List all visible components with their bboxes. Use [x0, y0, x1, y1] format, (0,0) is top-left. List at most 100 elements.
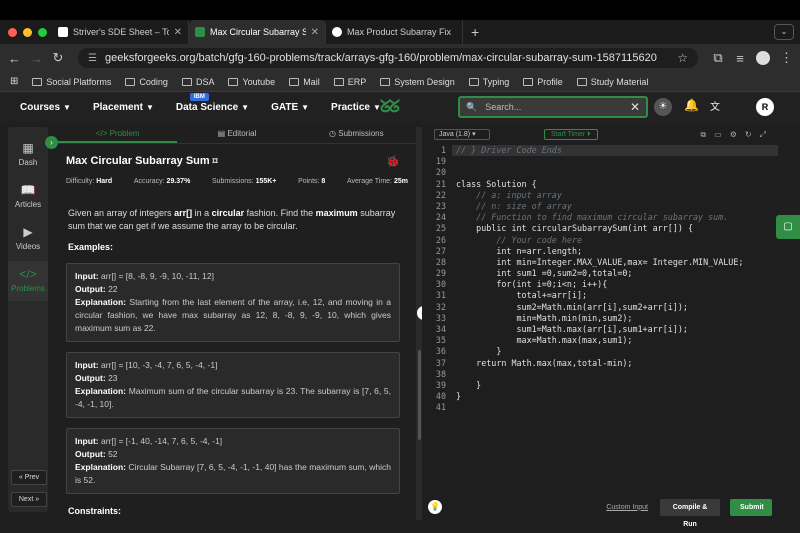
browser-tab-active[interactable]: Max Circular Subarray Sum | ✕: [189, 20, 326, 44]
code-line[interactable]: 25 public int circularSubarraySum(int ar…: [422, 223, 778, 234]
nav-gate[interactable]: GATE ▼: [271, 102, 309, 113]
code-line[interactable]: 32 sum2=Math.min(arr[i],sum2+arr[i]);: [422, 302, 778, 313]
browser-tab[interactable]: Max Product Subarray Fix: [326, 20, 463, 44]
fullscreen-icon[interactable]: ⤢: [760, 130, 766, 140]
apps-grid-icon[interactable]: ⊞: [10, 76, 18, 87]
browser-profile-avatar[interactable]: [756, 51, 770, 65]
meta-value: 29.37%: [166, 178, 191, 185]
code-line[interactable]: 23 // n: size of array: [422, 201, 778, 212]
tab-search-icon[interactable]: ⌄: [774, 24, 794, 40]
gfg-logo[interactable]: ᘜᘜ: [380, 97, 400, 117]
code-line[interactable]: 34 sum1=Math.max(arr[i],sum1+arr[i]);: [422, 324, 778, 335]
file-icon[interactable]: ▭: [714, 130, 722, 140]
code-line[interactable]: 37 return Math.max(max,total-min);: [422, 358, 778, 369]
back-icon[interactable]: ←: [8, 51, 21, 66]
bookmark-folder[interactable]: Profile: [523, 77, 563, 87]
code-line[interactable]: 29 int sum1 =0,sum2=0,total=0;: [422, 268, 778, 279]
nav-data-science[interactable]: IBM Data Science ▼: [176, 92, 249, 113]
compile-run-button[interactable]: Compile & Run: [660, 498, 720, 528]
bookmark-icon[interactable]: ⌑: [213, 156, 218, 166]
settings-icon[interactable]: ⚙: [730, 130, 737, 140]
code-line[interactable]: 22 // a: input array: [422, 190, 778, 201]
code-line[interactable]: 20: [422, 167, 778, 178]
line-text: [452, 402, 778, 413]
next-button[interactable]: Next »: [11, 492, 47, 507]
code-line[interactable]: 26 // Your code here: [422, 235, 778, 246]
code-line[interactable]: 35 max=Math.max(max,sum1);: [422, 335, 778, 346]
notification-bell-icon[interactable]: 🔔: [684, 98, 699, 112]
chat-icon[interactable]: ▢: [776, 215, 800, 239]
example-box: Input: arr[] = [8, -8, 9, -9, 10, -11, 1…: [66, 263, 400, 342]
bookmark-folder[interactable]: Typing: [468, 77, 509, 87]
code-line[interactable]: 30 for(int i=0;i<n; i++){: [422, 279, 778, 290]
rail-dash[interactable]: ▦ Dash: [8, 141, 48, 167]
submit-button[interactable]: Submit: [730, 498, 772, 516]
site-search-input[interactable]: 🔍 Search... ✕: [458, 96, 648, 118]
rail-videos[interactable]: ▶ Videos: [8, 225, 48, 251]
code-line[interactable]: 27 int n=arr.length;: [422, 246, 778, 257]
tab-close-icon[interactable]: ✕: [311, 27, 319, 38]
rail-articles[interactable]: 📖 Articles: [8, 183, 48, 209]
bookmark-folder[interactable]: Coding: [125, 77, 168, 87]
extensions-icon[interactable]: ⧉: [712, 50, 724, 66]
meta-label: Accuracy:: [133, 178, 165, 185]
bookmark-folder[interactable]: Study Material: [576, 77, 648, 87]
translate-icon[interactable]: 文: [710, 98, 720, 113]
new-tab-button[interactable]: +: [463, 24, 487, 40]
clear-search-icon[interactable]: ✕: [630, 100, 640, 114]
tab-submissions[interactable]: ◷ Submissions: [297, 127, 416, 143]
language-select[interactable]: Java (1.8) ▾: [434, 129, 490, 140]
tab-close-icon[interactable]: ✕: [174, 27, 182, 38]
site-settings-icon[interactable]: ☰: [88, 53, 97, 64]
code-line[interactable]: 19: [422, 156, 778, 167]
input-value: arr[] = [-1, 40, -14, 7, 6, 5, -4, -1]: [100, 436, 223, 446]
code-line[interactable]: 33 min=Math.min(min,sum2);: [422, 313, 778, 324]
forward-icon[interactable]: →: [30, 51, 43, 66]
code-line[interactable]: 36 }: [422, 346, 778, 357]
code-line[interactable]: 31 total+=arr[i];: [422, 290, 778, 301]
bookmark-folder[interactable]: Youtube: [228, 77, 275, 87]
code-area[interactable]: 1 // } Driver Code Ends 19 20 21 class Soluti…: [422, 145, 778, 414]
browser-tab[interactable]: Striver's SDE Sheet – Top Co ✕: [52, 20, 189, 44]
browser-menu-icon[interactable]: ⋮: [780, 50, 793, 66]
report-bug-icon[interactable]: 🐞: [386, 155, 400, 168]
rail-problems[interactable]: </> Problems: [8, 261, 48, 301]
code-line[interactable]: 1 // } Driver Code Ends: [422, 145, 778, 157]
close-window-icon[interactable]: [8, 27, 17, 37]
code-line[interactable]: 39 }: [422, 380, 778, 391]
bookmark-folder[interactable]: Social Platforms: [32, 77, 111, 87]
custom-input-link[interactable]: Custom Input: [606, 504, 648, 511]
minimize-window-icon[interactable]: [23, 27, 32, 37]
url-field[interactable]: ☰ geeksforgeeks.org/batch/gfg-160-proble…: [78, 48, 698, 68]
reset-icon[interactable]: ↻: [745, 130, 752, 140]
user-avatar[interactable]: R: [756, 98, 774, 116]
bookmark-label: Profile: [537, 76, 563, 87]
nav-practice[interactable]: Practice ▼: [331, 102, 381, 113]
code-line[interactable]: 21 class Solution {: [422, 179, 778, 190]
nav-courses[interactable]: Courses ▼: [20, 102, 71, 113]
theme-toggle-icon[interactable]: ☀: [654, 98, 672, 116]
collapse-sidebar-icon[interactable]: ›: [45, 136, 58, 149]
tab-problem[interactable]: </> Problem: [58, 127, 178, 143]
bookmark-folder[interactable]: System Design: [380, 77, 455, 87]
lightbulb-icon[interactable]: 💡: [428, 500, 442, 514]
code-line[interactable]: 24 // Function to find maximum circular …: [422, 212, 778, 223]
bookmark-folder[interactable]: DSA: [181, 76, 215, 87]
media-icon[interactable]: ≡: [734, 51, 746, 66]
maximize-window-icon[interactable]: [38, 27, 47, 37]
problem-scrollbar[interactable]: [418, 350, 421, 440]
bookmark-folder[interactable]: ERP: [333, 77, 366, 87]
prev-button[interactable]: « Prev: [11, 470, 47, 485]
code-line[interactable]: 41: [422, 402, 778, 413]
reload-icon[interactable]: ↻: [52, 50, 64, 66]
code-line[interactable]: 28 int min=Integer.MAX_VALUE,max= Intege…: [422, 257, 778, 268]
bookmark-folder[interactable]: Mail: [289, 77, 320, 87]
code-line[interactable]: 40}: [422, 391, 778, 402]
copy-icon[interactable]: ⧉: [700, 130, 706, 140]
bookmark-label: DSA: [195, 76, 215, 87]
tab-editorial[interactable]: ▤ Editorial: [177, 127, 296, 143]
bookmark-star-icon[interactable]: ☆: [677, 51, 688, 65]
code-line[interactable]: 38: [422, 369, 778, 380]
start-timer-button[interactable]: Start Timer ⏵: [544, 129, 598, 140]
nav-placement[interactable]: Placement ▼: [93, 102, 154, 113]
